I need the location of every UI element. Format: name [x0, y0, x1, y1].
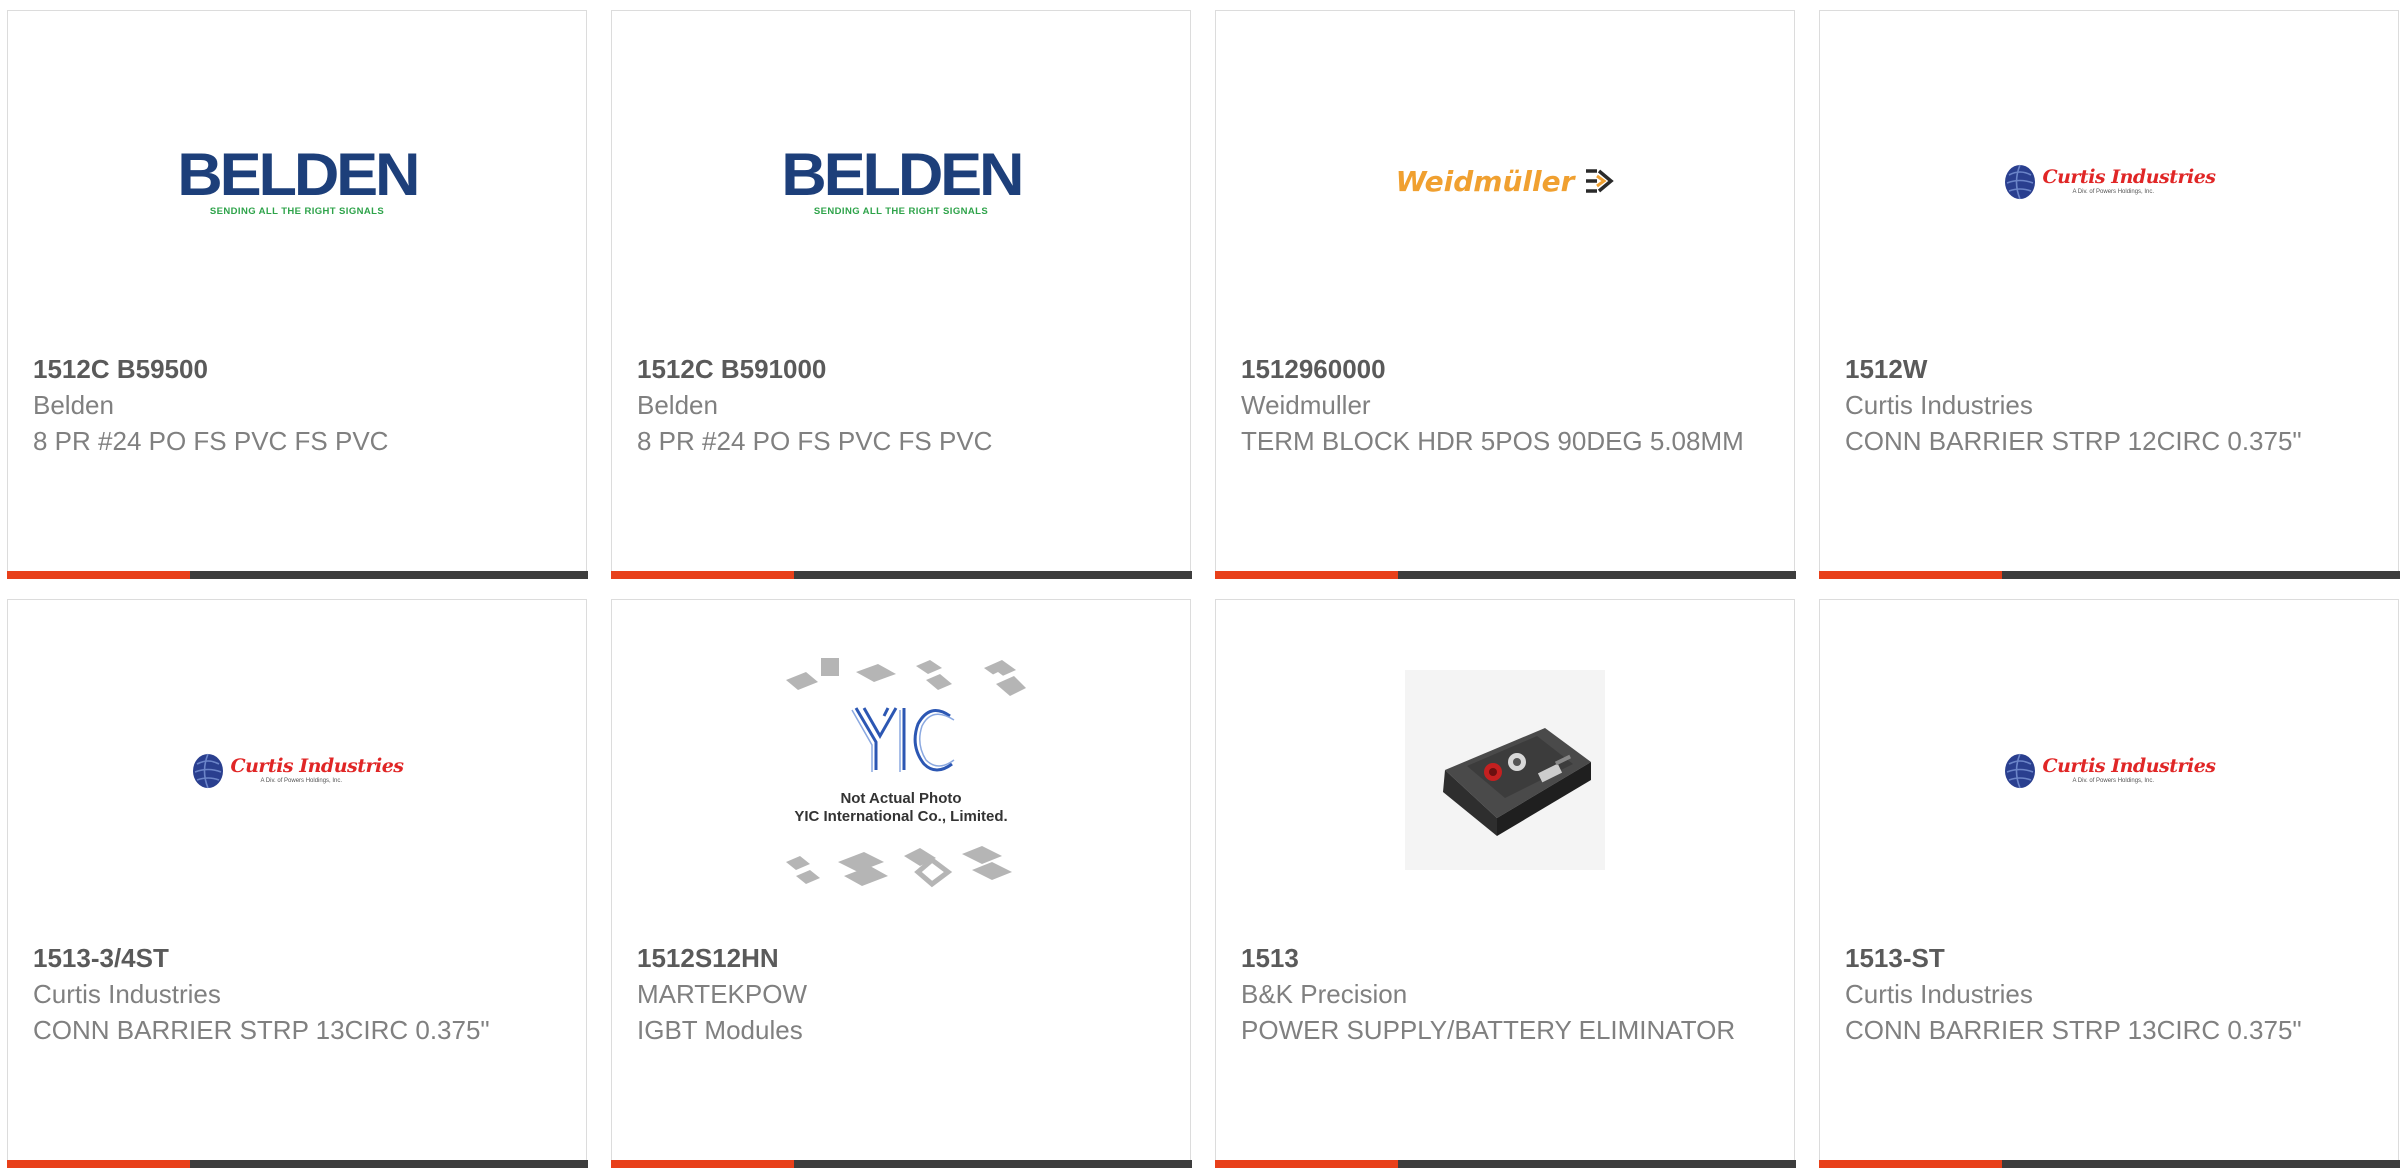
weidmuller-mark-icon: [1586, 169, 1615, 193]
card-bottom-bar: [1818, 570, 2400, 579]
manufacturer-name: B&K Precision: [1241, 979, 1408, 1009]
product-card[interactable]: BELDEN SENDING ALL THE RIGHT SIGNALS 151…: [610, 10, 1192, 579]
part-number[interactable]: 1512W: [1845, 351, 2373, 387]
part-number[interactable]: 1512960000: [1241, 351, 1769, 387]
card-bottom-bar: [610, 570, 1192, 579]
manufacturer-name: Curtis Industries: [1845, 979, 2033, 1009]
part-number[interactable]: 1513-ST: [1845, 940, 2373, 976]
curtis-globe-icon: [2005, 164, 2036, 200]
product-image[interactable]: BELDEN SENDING ALL THE RIGHT SIGNALS: [612, 31, 1190, 331]
product-description: TERM BLOCK HDR 5POS 90DEG 5.08MM: [1241, 426, 1744, 456]
card-accent-bar: [1818, 570, 2002, 579]
product-card[interactable]: Curtis Industries A Div. of Powers Holdi…: [1818, 10, 2400, 579]
manufacturer-name: Curtis Industries: [33, 979, 221, 1009]
yic-caption-line: YIC International Co., Limited.: [794, 808, 1008, 825]
card-accent-bar: [6, 570, 190, 579]
curtis-logo: Curtis Industries A Div. of Powers Holdi…: [2002, 161, 2216, 201]
product-description: CONN BARRIER STRP 13CIRC 0.375": [1845, 1015, 2302, 1045]
card-accent-bar: [1818, 1159, 2002, 1168]
product-info: 1512C B59500 Belden 8 PR #24 PO FS PVC F…: [33, 351, 561, 459]
card-bottom-bar: [6, 570, 588, 579]
product-card[interactable]: Not Actual Photo YIC International Co., …: [610, 599, 1192, 1168]
chip-packages-icon: [786, 658, 1026, 888]
product-info: 1513-ST Curtis Industries CONN BARRIER S…: [1845, 940, 2373, 1048]
product-description: POWER SUPPLY/BATTERY ELIMINATOR: [1241, 1015, 1736, 1045]
card-accent-bar: [1214, 1159, 1398, 1168]
belden-logo-text: BELDEN: [780, 141, 1024, 209]
product-info: 1512W Curtis Industries CONN BARRIER STR…: [1845, 351, 2373, 459]
yic-caption: Not Actual Photo YIC International Co., …: [766, 790, 1036, 826]
card-accent-bar: [610, 570, 794, 579]
product-image[interactable]: Curtis Industries A Div. of Powers Holdi…: [1820, 620, 2398, 920]
manufacturer-name: Belden: [637, 390, 718, 420]
yic-caption-line: Not Actual Photo: [840, 790, 962, 807]
card-bottom-bar: [1818, 1159, 2400, 1168]
part-number[interactable]: 1512C B591000: [637, 351, 1165, 387]
part-number[interactable]: 1513-3/4ST: [33, 940, 561, 976]
belden-logo: BELDEN SENDING ALL THE RIGHT SIGNALS: [781, 145, 1024, 218]
product-description: CONN BARRIER STRP 12CIRC 0.375": [1845, 426, 2302, 456]
curtis-logo: Curtis Industries A Div. of Powers Holdi…: [2002, 750, 2216, 790]
product-info: 1513-3/4ST Curtis Industries CONN BARRIE…: [33, 940, 561, 1048]
product-info: 1512960000 Weidmuller TERM BLOCK HDR 5PO…: [1241, 351, 1769, 459]
weidmuller-logo-text: Weidmüller: [1395, 164, 1575, 198]
product-card[interactable]: BELDEN SENDING ALL THE RIGHT SIGNALS 151…: [6, 10, 588, 579]
card-bottom-bar: [1214, 570, 1796, 579]
product-card[interactable]: 1513 B&K Precision POWER SUPPLY/BATTERY …: [1214, 599, 1796, 1168]
card-accent-bar: [6, 1159, 190, 1168]
yic-placeholder-image: Not Actual Photo YIC International Co., …: [766, 650, 1036, 890]
belden-logo-text: BELDEN: [176, 141, 420, 209]
product-image[interactable]: Curtis Industries A Div. of Powers Holdi…: [1820, 31, 2398, 331]
product-description: 8 PR #24 PO FS PVC FS PVC: [33, 426, 389, 456]
product-card[interactable]: Weidmüller 1512960000 Weidmuller TERM BL…: [1214, 10, 1796, 579]
product-card[interactable]: Curtis Industries A Div. of Powers Holdi…: [6, 599, 588, 1168]
curtis-globe-icon: [193, 753, 224, 789]
card-accent-bar: [1214, 570, 1398, 579]
product-card[interactable]: Curtis Industries A Div. of Powers Holdi…: [1818, 599, 2400, 1168]
product-image[interactable]: Curtis Industries A Div. of Powers Holdi…: [8, 620, 586, 920]
curtis-logo-text: Curtis Industries: [2042, 165, 2216, 188]
part-number[interactable]: 1512S12HN: [637, 940, 1165, 976]
curtis-globe-icon: [2005, 753, 2036, 789]
curtis-logo-text: Curtis Industries: [230, 754, 404, 777]
product-image[interactable]: Not Actual Photo YIC International Co., …: [612, 620, 1190, 920]
card-bottom-bar: [610, 1159, 1192, 1168]
weidmuller-logo: Weidmüller: [1396, 165, 1615, 198]
curtis-logo-tagline: A Div. of Powers Holdings, Inc.: [2072, 777, 2155, 784]
manufacturer-name: Belden: [33, 390, 114, 420]
curtis-logo-tagline: A Div. of Powers Holdings, Inc.: [2072, 188, 2155, 195]
curtis-logo: Curtis Industries A Div. of Powers Holdi…: [190, 750, 404, 790]
product-image[interactable]: Weidmüller: [1216, 31, 1794, 331]
manufacturer-name: Curtis Industries: [1845, 390, 2033, 420]
product-description: 8 PR #24 PO FS PVC FS PVC: [637, 426, 993, 456]
curtis-logo-tagline: A Div. of Powers Holdings, Inc.: [260, 777, 343, 784]
manufacturer-name: Weidmuller: [1241, 390, 1371, 420]
card-accent-bar: [610, 1159, 794, 1168]
card-bottom-bar: [1214, 1159, 1796, 1168]
product-description: CONN BARRIER STRP 13CIRC 0.375": [33, 1015, 490, 1045]
card-bottom-bar: [6, 1159, 588, 1168]
product-image[interactable]: [1216, 620, 1794, 920]
part-number[interactable]: 1512C B59500: [33, 351, 561, 387]
product-info: 1512S12HN MARTEKPOW IGBT Modules: [637, 940, 1165, 1048]
product-image[interactable]: BELDEN SENDING ALL THE RIGHT SIGNALS: [8, 31, 586, 331]
belden-logo-tagline: SENDING ALL THE RIGHT SIGNALS: [813, 206, 989, 218]
product-info: 1512C B591000 Belden 8 PR #24 PO FS PVC …: [637, 351, 1165, 459]
belden-logo-tagline: SENDING ALL THE RIGHT SIGNALS: [209, 206, 385, 218]
power-supply-photo: [1405, 670, 1605, 870]
manufacturer-name: MARTEKPOW: [637, 979, 807, 1009]
product-info: 1513 B&K Precision POWER SUPPLY/BATTERY …: [1241, 940, 1769, 1048]
part-number[interactable]: 1513: [1241, 940, 1769, 976]
belden-logo: BELDEN SENDING ALL THE RIGHT SIGNALS: [177, 145, 420, 218]
product-description: IGBT Modules: [637, 1015, 803, 1045]
product-grid: BELDEN SENDING ALL THE RIGHT SIGNALS 151…: [6, 10, 2400, 1168]
curtis-logo-text: Curtis Industries: [2042, 754, 2216, 777]
